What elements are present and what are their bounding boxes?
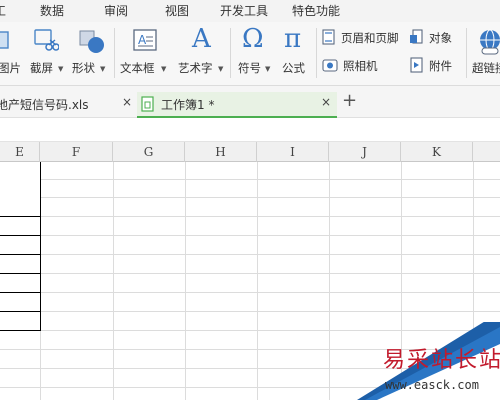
menu-item-features[interactable]: 特色功能 [292,2,340,19]
chevron-down-icon: ▼ [265,65,271,73]
bordered-cell[interactable] [0,254,41,274]
bordered-cell[interactable] [0,311,41,331]
globe-icon [480,29,500,55]
grid-line [0,254,500,255]
omega-icon: Ω [242,24,264,54]
hyperlink-button[interactable]: 超链接 [470,28,500,82]
wordart-icon: A [192,24,211,54]
shapes-icon [79,30,104,53]
shapes-button[interactable]: 形状 ▼ [70,28,110,82]
formula-label: 公式 [282,61,305,75]
attachment-icon [410,57,423,73]
shapes-label: 形状 [72,61,95,75]
attachment-button[interactable]: 附件 [410,56,460,76]
watermark-url: www.easck.com [385,378,479,392]
column-header-h[interactable]: H [185,142,257,162]
hyperlink-label: 超链接 [472,61,500,75]
column-header-f[interactable]: F [40,142,113,162]
formula-button[interactable]: π 公式 [280,24,312,82]
camera-icon [322,59,338,72]
ribbon-divider [316,28,317,78]
bordered-cell[interactable] [0,235,41,255]
picture-label: 图片 [0,61,21,75]
textbox-button[interactable]: A 文本框 ▼ [120,28,170,82]
picture-button[interactable]: 图片 [0,28,26,82]
column-header-e[interactable]: E [0,142,40,162]
screenshot-button[interactable]: 截屏 ▼ [28,28,64,82]
grid-line [0,273,500,274]
picture-icon [0,31,9,49]
ribbon-divider [466,28,467,78]
column-header-i[interactable]: I [257,142,329,162]
menu-item-developer[interactable]: 开发工具 [220,2,268,19]
grid-line [0,197,500,198]
chevron-down-icon: ▼ [58,65,64,73]
textbox-label: 文本框 [120,61,155,75]
site-watermark: 易采站长站 www.easck.com [357,322,500,400]
menu-item-review[interactable]: 审阅 [104,2,128,19]
bordered-cell[interactable] [0,273,41,293]
attachment-label: 附件 [429,59,452,73]
screenshot-label: 截屏 [30,61,53,75]
menu-bar: 工 数据 审阅 视图 开发工具 特色功能 [0,0,500,22]
menu-item-start[interactable]: 工 [0,2,6,19]
wordart-label: 艺术字 [178,61,213,75]
close-icon[interactable]: × [321,95,331,109]
document-icon [322,29,335,45]
bordered-cell[interactable] [0,292,41,312]
scissors-icon [34,29,59,51]
textbox-icon: A [133,29,157,51]
column-header-partial[interactable] [473,142,500,162]
watermark-title: 易采站长站 [383,348,500,373]
camera-button[interactable]: 照相机 [322,56,392,76]
symbol-button[interactable]: Ω 符号 ▼ [236,24,274,82]
bordered-cell[interactable] [0,216,41,236]
tab-label: 地产短信号码.xls [0,98,89,112]
grid-line [0,216,500,217]
tab-document-2[interactable]: 工作簿1 * × [137,92,337,118]
grid-line [0,292,500,293]
close-icon[interactable]: × [122,95,132,109]
column-header-j[interactable]: J [329,142,401,162]
document-tab-bar: 地产短信号码.xls × 工作簿1 * × + [0,86,500,118]
object-button[interactable]: 对象 [410,28,460,48]
chevron-down-icon: ▼ [100,65,106,73]
menu-item-view[interactable]: 视图 [165,2,189,19]
ribbon-divider [114,28,115,78]
grid-line [0,179,500,180]
header-footer-label: 页眉和页脚 [341,31,399,45]
symbol-label: 符号 [238,61,261,75]
formula-bar-area [0,118,500,142]
camera-label: 照相机 [343,59,378,73]
ribbon-divider [230,28,231,78]
object-label: 对象 [429,31,452,45]
chevron-down-icon: ▼ [161,65,167,73]
column-header-k[interactable]: K [401,142,473,162]
grid-line [0,235,500,236]
tab-document-1[interactable]: 地产短信号码.xls × [0,92,136,118]
menu-item-data[interactable]: 数据 [40,2,64,19]
ribbon-toolbar: 图片 截屏 ▼ 形状 ▼ A 文本框 ▼ A 艺术字 ▼ Ω 符号 ▼ π 公式… [0,22,500,86]
bordered-cell[interactable] [0,162,41,217]
new-tab-button[interactable]: + [342,90,357,111]
tab-label: 工作簿1 * [161,98,215,112]
chevron-down-icon: ▼ [218,65,224,73]
wordart-button[interactable]: A 艺术字 ▼ [176,24,226,82]
spreadsheet-icon [141,96,154,112]
pi-icon: π [284,24,302,54]
column-header-g[interactable]: G [113,142,185,162]
column-header-row: E F G H I J K [0,142,500,162]
object-icon [410,29,423,44]
grid-line [0,311,500,312]
header-footer-button[interactable]: 页眉和页脚 [322,28,404,48]
svg-text:A: A [138,33,147,47]
